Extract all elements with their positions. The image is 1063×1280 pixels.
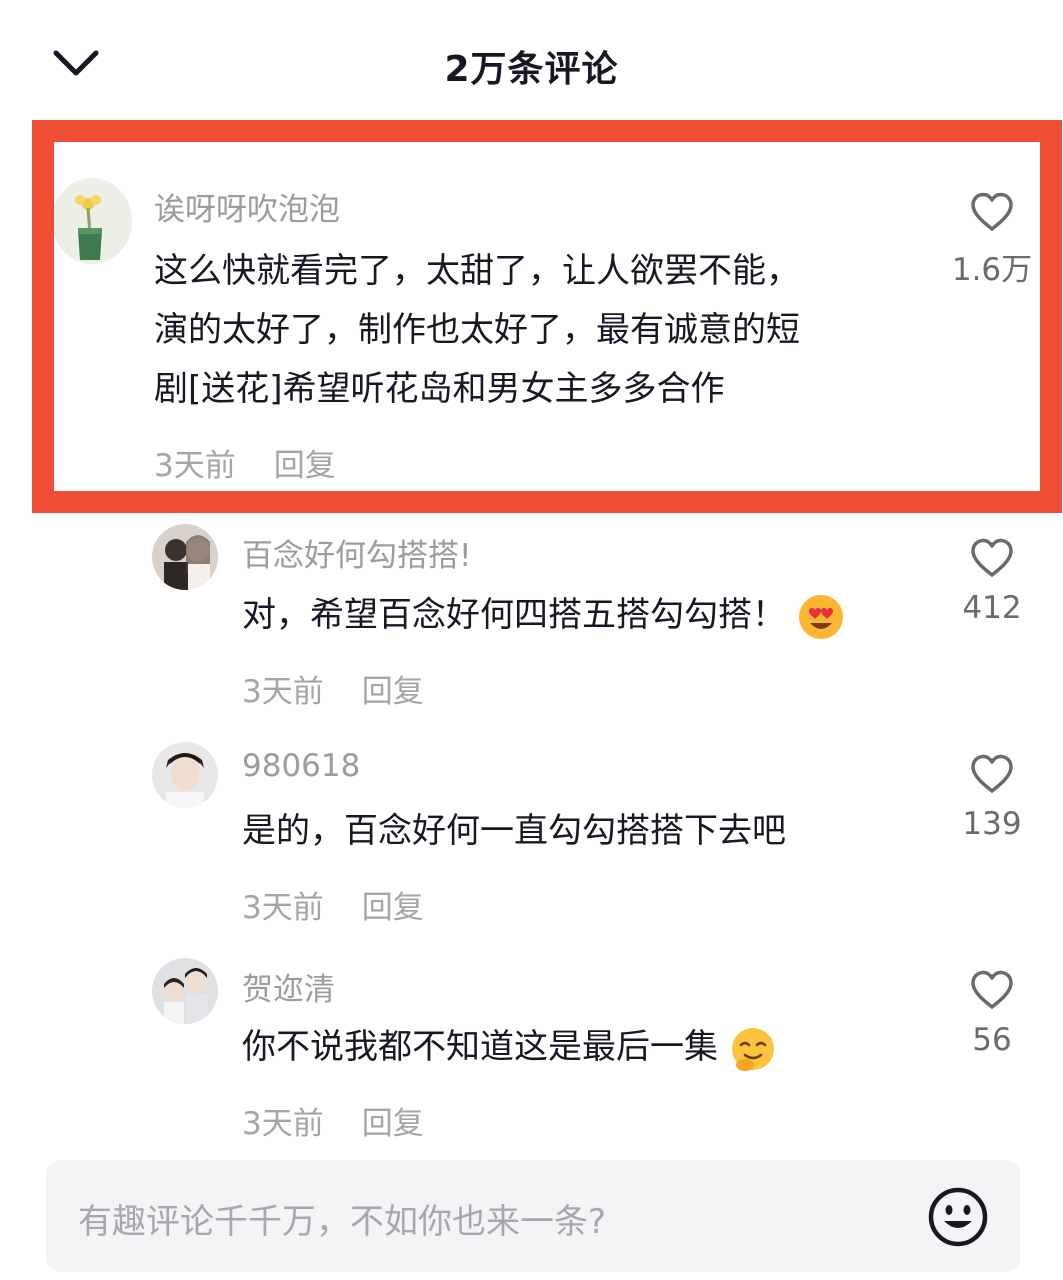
- comment-text-line: 演的太好了，制作也太好了，最有诚意的短: [154, 310, 800, 350]
- comment-meta: 3天前 回复: [242, 1098, 424, 1143]
- reply-item: 980618 是的，百念好何一直勾勾搭搭下去吧 3天前 回复 139: [0, 738, 1063, 938]
- like-count: 139: [962, 806, 1022, 842]
- avatar-image: [52, 178, 132, 264]
- comment-text: 你不说我都不知道这是最后一集: [242, 1027, 718, 1067]
- comment-meta: 3天前 回复: [242, 666, 424, 711]
- comment-username[interactable]: 贺迩清: [242, 964, 335, 1009]
- like-count: 56: [972, 1022, 1012, 1058]
- emoji-button[interactable]: [926, 1185, 990, 1249]
- comment-text-line: 是的，百念好何一直勾勾搭搭下去吧: [242, 811, 786, 851]
- comment-username[interactable]: 百念好何勾搭搭!: [242, 530, 471, 575]
- avatar-image: [152, 524, 218, 590]
- avatar[interactable]: [152, 958, 218, 1024]
- reply-button[interactable]: 回复: [362, 890, 424, 926]
- comment-input-placeholder: 有趣评论千千万，不如你也来一条?: [78, 1202, 607, 1242]
- like-button[interactable]: 1.6万: [942, 192, 1042, 289]
- heart-eyes-emoji: [798, 594, 843, 639]
- like-button[interactable]: 139: [942, 754, 1042, 842]
- comment-input[interactable]: 有趣评论千千万，不如你也来一条?: [46, 1160, 1020, 1272]
- comment-text-line: 你不说我都不知道这是最后一集: [242, 1018, 777, 1077]
- comment-sheet: 2万条评论 诶呀呀吹泡泡 这么快就看完了，太甜了，让人欲罢不能， 演的太好了，制…: [0, 0, 1063, 1280]
- comment-username[interactable]: 诶呀呀吹泡泡: [154, 184, 340, 229]
- like-count: 1.6万: [951, 252, 1033, 288]
- reply-item: 百念好何勾搭搭! 对，希望百念好何四搭五搭勾勾搭！ 3天前 回复 412: [0, 520, 1063, 720]
- comment-time: 3天前: [242, 1106, 324, 1142]
- reply-item: 贺迩清 你不说我都不知道这是最后一集 3天前 回复 56: [0, 954, 1063, 1154]
- reply-button[interactable]: 回复: [362, 1106, 424, 1142]
- avatar-image: [152, 742, 218, 808]
- heart-icon: [971, 192, 1013, 231]
- avatar[interactable]: [152, 524, 218, 590]
- like-button[interactable]: 412: [942, 538, 1042, 626]
- comment-text-line: 对，希望百念好何四搭五搭勾勾搭！: [242, 586, 845, 645]
- heart-icon: [971, 970, 1013, 1009]
- comment-text: 对，希望百念好何四搭五搭勾勾搭！: [242, 595, 786, 635]
- heart-icon: [971, 538, 1013, 577]
- comment-meta: 3天前 回复: [154, 440, 336, 485]
- comment-item: 诶呀呀吹泡泡 这么快就看完了，太甜了，让人欲罢不能， 演的太好了，制作也太好了，…: [0, 150, 1063, 500]
- like-button[interactable]: 56: [942, 970, 1042, 1058]
- avatar[interactable]: [52, 178, 132, 264]
- reply-button[interactable]: 回复: [274, 448, 336, 484]
- comment-username[interactable]: 980618: [242, 748, 360, 784]
- reply-button[interactable]: 回复: [362, 674, 424, 710]
- avatar[interactable]: [152, 742, 218, 808]
- comment-text-line: 这么快就看完了，太甜了，让人欲罢不能，: [154, 251, 800, 291]
- heart-icon: [971, 754, 1013, 793]
- like-count: 412: [962, 590, 1022, 626]
- avatar-image: [152, 958, 218, 1024]
- sheet-header: 2万条评论: [0, 0, 1063, 130]
- comment-time: 3天前: [242, 674, 324, 710]
- comment-time: 3天前: [242, 890, 324, 926]
- comment-meta: 3天前 回复: [242, 882, 424, 927]
- comment-text-line: 剧[送花]希望听花岛和男女主多多合作: [154, 369, 725, 409]
- smiley-icon: [928, 1187, 988, 1247]
- shy-smile-emoji: [731, 1027, 774, 1071]
- page-title: 2万条评论: [444, 49, 619, 90]
- comment-time: 3天前: [154, 448, 236, 484]
